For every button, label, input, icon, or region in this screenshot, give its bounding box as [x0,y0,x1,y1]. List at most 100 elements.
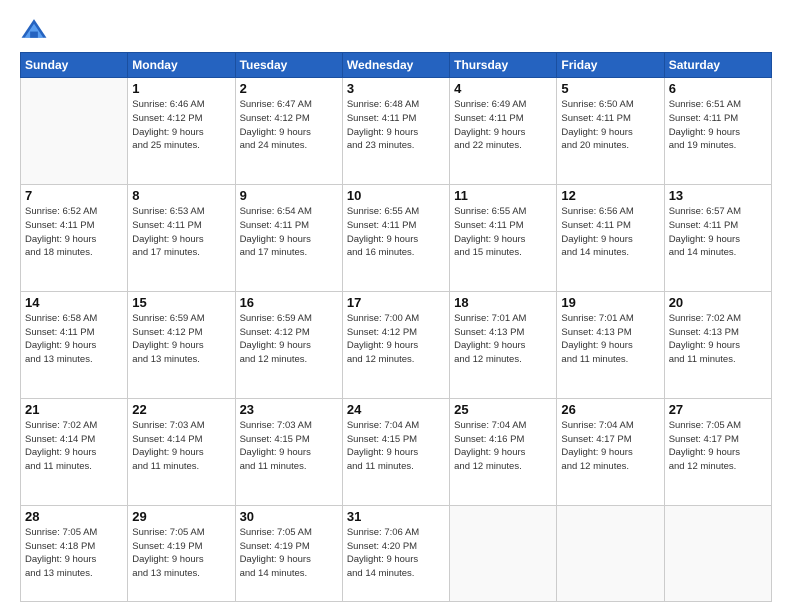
day-number: 17 [347,295,445,310]
day-info: Sunrise: 7:04 AM Sunset: 4:17 PM Dayligh… [561,419,659,474]
day-number: 29 [132,509,230,524]
calendar-cell [557,505,664,601]
calendar-cell: 25 Sunrise: 7:04 AM Sunset: 4:16 PM Dayli… [450,398,557,505]
logo-icon [20,16,48,44]
day-header-monday: Monday [128,53,235,78]
day-info: Sunrise: 6:59 AM Sunset: 4:12 PM Dayligh… [132,312,230,367]
calendar-week-row: 7 Sunrise: 6:52 AM Sunset: 4:11 PM Daylig… [21,184,772,291]
day-header-thursday: Thursday [450,53,557,78]
day-info: Sunrise: 7:04 AM Sunset: 4:15 PM Dayligh… [347,419,445,474]
day-number: 10 [347,188,445,203]
calendar-cell: 19Sunrise: 7:01 AM Sunset: 4:13 PM Dayli… [557,291,664,398]
calendar-cell [664,505,771,601]
calendar-cell: 5Sunrise: 6:50 AM Sunset: 4:11 PM Daylig… [557,78,664,185]
day-number: 5 [561,81,659,96]
day-header-wednesday: Wednesday [342,53,449,78]
calendar-cell: 12Sunrise: 6:56 AM Sunset: 4:11 PM Dayli… [557,184,664,291]
calendar-cell: 23 Sunrise: 7:03 AM Sunset: 4:15 PM Dayli… [235,398,342,505]
calendar-cell: 26 Sunrise: 7:04 AM Sunset: 4:17 PM Dayli… [557,398,664,505]
day-info: Sunrise: 6:52 AM Sunset: 4:11 PM Dayligh… [25,205,123,260]
calendar-cell: 18 Sunrise: 7:01 AM Sunset: 4:13 PM Dayli… [450,291,557,398]
calendar-header-row: SundayMondayTuesdayWednesdayThursdayFrid… [21,53,772,78]
day-number: 1 [132,81,230,96]
calendar-cell: 15 Sunrise: 6:59 AM Sunset: 4:12 PM Dayli… [128,291,235,398]
day-number: 22 [132,402,230,417]
calendar-cell [450,505,557,601]
day-number: 15 [132,295,230,310]
day-number: 23 [240,402,338,417]
calendar-cell: 14 Sunrise: 6:58 AM Sunset: 4:11 PM Dayli… [21,291,128,398]
logo [20,16,52,44]
calendar-cell: 31 Sunrise: 7:06 AM Sunset: 4:20 PM Dayli… [342,505,449,601]
calendar-cell: 30Sunrise: 7:05 AM Sunset: 4:19 PM Dayli… [235,505,342,601]
day-number: 27 [669,402,767,417]
day-info: Sunrise: 6:56 AM Sunset: 4:11 PM Dayligh… [561,205,659,260]
day-info: Sunrise: 7:05 AM Sunset: 4:18 PM Dayligh… [25,526,123,581]
day-number: 7 [25,188,123,203]
calendar-cell: 7 Sunrise: 6:52 AM Sunset: 4:11 PM Daylig… [21,184,128,291]
day-number: 14 [25,295,123,310]
day-info: Sunrise: 7:00 AM Sunset: 4:12 PM Dayligh… [347,312,445,367]
day-info: Sunrise: 7:02 AM Sunset: 4:14 PM Dayligh… [25,419,123,474]
calendar-cell: 1 Sunrise: 6:46 AM Sunset: 4:12 PM Daylig… [128,78,235,185]
day-number: 20 [669,295,767,310]
calendar-week-row: 1 Sunrise: 6:46 AM Sunset: 4:12 PM Daylig… [21,78,772,185]
day-info: Sunrise: 7:01 AM Sunset: 4:13 PM Dayligh… [454,312,552,367]
day-number: 18 [454,295,552,310]
day-number: 28 [25,509,123,524]
calendar-cell: 20Sunrise: 7:02 AM Sunset: 4:13 PM Dayli… [664,291,771,398]
calendar-cell [21,78,128,185]
header [20,16,772,44]
day-number: 21 [25,402,123,417]
day-info: Sunrise: 7:03 AM Sunset: 4:14 PM Dayligh… [132,419,230,474]
calendar-cell: 3Sunrise: 6:48 AM Sunset: 4:11 PM Daylig… [342,78,449,185]
day-number: 9 [240,188,338,203]
day-number: 6 [669,81,767,96]
day-number: 25 [454,402,552,417]
day-info: Sunrise: 6:54 AM Sunset: 4:11 PM Dayligh… [240,205,338,260]
day-number: 16 [240,295,338,310]
calendar-cell: 24 Sunrise: 7:04 AM Sunset: 4:15 PM Dayli… [342,398,449,505]
calendar-cell: 11Sunrise: 6:55 AM Sunset: 4:11 PM Dayli… [450,184,557,291]
day-info: Sunrise: 6:46 AM Sunset: 4:12 PM Dayligh… [132,98,230,153]
day-info: Sunrise: 6:55 AM Sunset: 4:11 PM Dayligh… [454,205,552,260]
day-number: 4 [454,81,552,96]
day-header-friday: Friday [557,53,664,78]
calendar-cell: 17 Sunrise: 7:00 AM Sunset: 4:12 PM Dayli… [342,291,449,398]
day-header-saturday: Saturday [664,53,771,78]
day-info: Sunrise: 7:03 AM Sunset: 4:15 PM Dayligh… [240,419,338,474]
day-number: 31 [347,509,445,524]
day-info: Sunrise: 6:55 AM Sunset: 4:11 PM Dayligh… [347,205,445,260]
day-info: Sunrise: 6:47 AM Sunset: 4:12 PM Dayligh… [240,98,338,153]
calendar-cell: 22 Sunrise: 7:03 AM Sunset: 4:14 PM Dayli… [128,398,235,505]
day-number: 2 [240,81,338,96]
day-info: Sunrise: 7:05 AM Sunset: 4:17 PM Dayligh… [669,419,767,474]
day-info: Sunrise: 6:49 AM Sunset: 4:11 PM Dayligh… [454,98,552,153]
calendar-cell: 29Sunrise: 7:05 AM Sunset: 4:19 PM Dayli… [128,505,235,601]
day-header-tuesday: Tuesday [235,53,342,78]
calendar-week-row: 21 Sunrise: 7:02 AM Sunset: 4:14 PM Dayli… [21,398,772,505]
day-number: 19 [561,295,659,310]
day-info: Sunrise: 7:04 AM Sunset: 4:16 PM Dayligh… [454,419,552,474]
day-header-sunday: Sunday [21,53,128,78]
calendar-cell: 28 Sunrise: 7:05 AM Sunset: 4:18 PM Dayli… [21,505,128,601]
day-number: 26 [561,402,659,417]
calendar-week-row: 28 Sunrise: 7:05 AM Sunset: 4:18 PM Dayli… [21,505,772,601]
calendar-cell: 16 Sunrise: 6:59 AM Sunset: 4:12 PM Dayli… [235,291,342,398]
calendar-cell: 6 Sunrise: 6:51 AM Sunset: 4:11 PM Daylig… [664,78,771,185]
calendar-cell: 27 Sunrise: 7:05 AM Sunset: 4:17 PM Dayli… [664,398,771,505]
day-info: Sunrise: 6:51 AM Sunset: 4:11 PM Dayligh… [669,98,767,153]
day-number: 3 [347,81,445,96]
calendar-cell: 10 Sunrise: 6:55 AM Sunset: 4:11 PM Dayli… [342,184,449,291]
day-number: 24 [347,402,445,417]
day-info: Sunrise: 6:59 AM Sunset: 4:12 PM Dayligh… [240,312,338,367]
calendar-cell: 2 Sunrise: 6:47 AM Sunset: 4:12 PM Daylig… [235,78,342,185]
calendar-cell: 21 Sunrise: 7:02 AM Sunset: 4:14 PM Dayli… [21,398,128,505]
day-info: Sunrise: 7:05 AM Sunset: 4:19 PM Dayligh… [240,526,338,581]
day-number: 8 [132,188,230,203]
calendar-table: SundayMondayTuesdayWednesdayThursdayFrid… [20,52,772,602]
calendar-cell: 9 Sunrise: 6:54 AM Sunset: 4:11 PM Daylig… [235,184,342,291]
day-info: Sunrise: 7:06 AM Sunset: 4:20 PM Dayligh… [347,526,445,581]
day-info: Sunrise: 6:58 AM Sunset: 4:11 PM Dayligh… [25,312,123,367]
calendar-cell: 8Sunrise: 6:53 AM Sunset: 4:11 PM Daylig… [128,184,235,291]
